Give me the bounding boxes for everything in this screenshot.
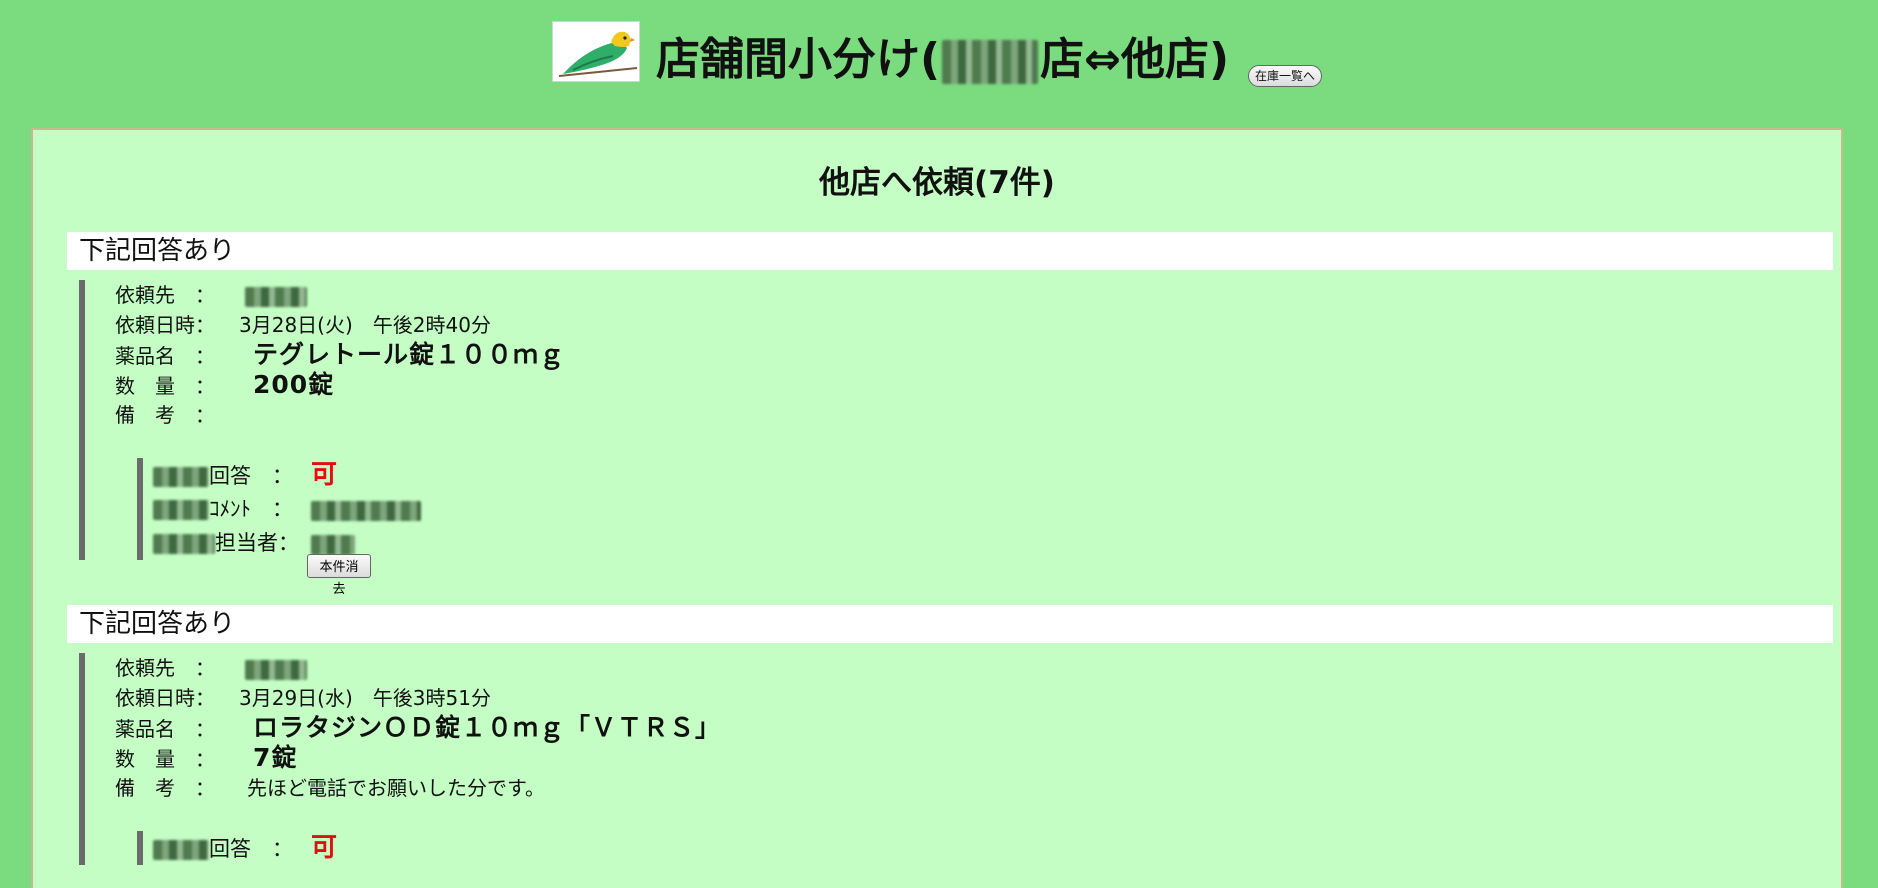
qty-row: 数 量 ： 7錠 [115, 743, 1833, 773]
comment-row: ｺﾒﾝﾄ ： [153, 492, 1833, 526]
person-label: 担当者： [153, 526, 311, 560]
datetime-row: 依頼日時： 3月29日(水) 午後3時51分 [115, 683, 1833, 713]
note-value: 先ほど電話でお願いした分です。 [247, 776, 545, 800]
answer-label: 回答 ： [153, 459, 311, 493]
parakeet-logo [552, 21, 640, 82]
datetime-label: 依頼日時： [115, 313, 215, 337]
note-row: 備 考 ： [115, 400, 1833, 430]
store-redacted [153, 840, 209, 860]
answer-label: 回答 ： [153, 832, 311, 866]
drug-value: ロラタジンＯＤ錠１０ｍｇ「ＶＴＲＳ」 [253, 713, 722, 742]
dest-value-redacted [245, 659, 307, 680]
qty-value: 7錠 [253, 743, 298, 772]
answer-value: 可 [311, 460, 338, 490]
drug-value: テグレトール錠１００ｍｇ [253, 340, 566, 369]
comment-label: ｺﾒﾝﾄ ： [153, 492, 311, 526]
request-details: 依頼先 ： 依頼日時： 3月28日(火) 午後2時40分 薬品名 ： テグレトール錠… [79, 280, 1833, 560]
main-panel: 他店へ依頼(7件) 下記回答あり 依頼先 ： 依頼日時： 3月28日(火) 午後2… [31, 128, 1843, 888]
dest-row: 依頼先 ： [115, 653, 1833, 683]
response-block: 回答 ：可 ｺﾒﾝﾄ ： 担当者： [137, 458, 1833, 560]
delete-request-button[interactable]: 本件消去 [307, 554, 371, 596]
person-row: 担当者： [153, 526, 1833, 560]
request-status: 下記回答あり [67, 232, 1833, 270]
dest-label: 依頼先 ： [115, 283, 215, 307]
request-status: 下記回答あり [67, 605, 1833, 643]
store-redacted [153, 467, 209, 487]
datetime-value: 3月29日(水) 午後3時51分 [239, 686, 491, 710]
qty-label: 数 量 ： [115, 747, 215, 771]
datetime-label: 依頼日時： [115, 686, 215, 710]
comment-value-redacted [311, 500, 421, 521]
page-title: 店舗間小分け( 店⇔他店) [656, 30, 1229, 90]
datetime-row: 依頼日時： 3月28日(火) 午後2時40分 [115, 310, 1833, 340]
request-card: 下記回答あり 依頼先 ： 依頼日時： 3月29日(水) 午後3時51分 薬品名 ：… [67, 605, 1833, 865]
note-label: 備 考 ： [115, 403, 215, 427]
request-details: 依頼先 ： 依頼日時： 3月29日(水) 午後3時51分 薬品名 ： ロラタジンＯＤ… [79, 653, 1833, 865]
note-row: 備 考 ： 先ほど電話でお願いした分です。 [115, 773, 1833, 803]
answer-row: 回答 ：可 [153, 458, 1833, 492]
answer-row: 回答 ：可 [153, 831, 1833, 865]
dest-value-redacted [245, 286, 307, 307]
drug-row: 薬品名 ： テグレトール錠１００ｍｇ [115, 340, 1833, 370]
drug-label: 薬品名 ： [115, 344, 215, 368]
store-redacted [153, 500, 209, 520]
store-name-redacted [942, 40, 1039, 84]
note-label: 備 考 ： [115, 776, 215, 800]
stock-list-button[interactable]: 在庫一覧へ [1248, 65, 1322, 87]
page-header: 店舗間小分け( 店⇔他店) 在庫一覧へ [0, 0, 1878, 125]
datetime-value: 3月28日(火) 午後2時40分 [239, 313, 491, 337]
title-prefix: 店舗間小分け( [656, 34, 941, 85]
response-block: 回答 ：可 [137, 831, 1833, 865]
section-title: 他店へ依頼(7件) [819, 165, 1055, 201]
drug-label: 薬品名 ： [115, 717, 215, 741]
qty-row: 数 量 ： 200錠 [115, 370, 1833, 400]
title-suffix: 店⇔他店) [1040, 34, 1230, 85]
store-redacted [153, 534, 215, 554]
qty-value: 200錠 [253, 370, 335, 399]
dest-label: 依頼先 ： [115, 656, 215, 680]
request-card: 下記回答あり 依頼先 ： 依頼日時： 3月28日(火) 午後2時40分 薬品名 ：… [67, 232, 1833, 596]
qty-label: 数 量 ： [115, 374, 215, 398]
dest-row: 依頼先 ： [115, 280, 1833, 310]
drug-row: 薬品名 ： ロラタジンＯＤ錠１０ｍｇ「ＶＴＲＳ」 [115, 713, 1833, 743]
person-value-redacted [311, 534, 355, 555]
answer-value: 可 [311, 833, 338, 863]
